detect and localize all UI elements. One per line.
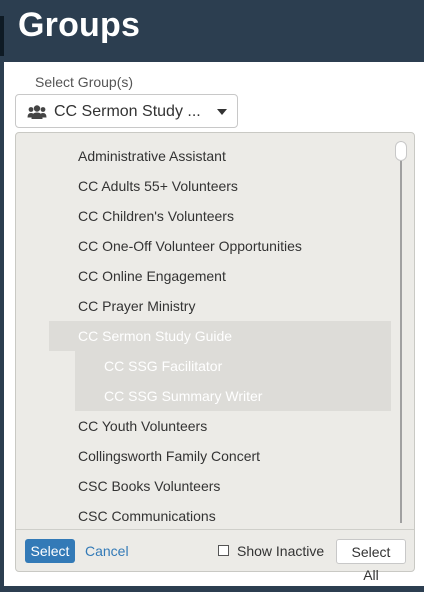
list-item[interactable]: CC One-Off Volunteer Opportunities	[49, 231, 391, 261]
dropdown-selected-text: CC Sermon Study ...	[54, 103, 201, 120]
caret-down-icon	[217, 109, 227, 115]
list-item[interactable]: CC Online Engagement	[49, 261, 391, 291]
list-item[interactable]: CC Prayer Ministry	[49, 291, 391, 321]
select-all-button[interactable]: Select All	[336, 539, 406, 583]
header-bar: Groups	[0, 0, 424, 62]
list-item[interactable]: Collingsworth Family Concert	[49, 441, 391, 471]
users-icon	[27, 105, 47, 119]
list-item[interactable]: CSC Books Volunteers	[49, 471, 391, 501]
cancel-link[interactable]: Cancel	[85, 543, 129, 559]
left-edge-strip	[0, 16, 4, 56]
select-groups-label: Select Group(s)	[35, 74, 134, 90]
scrollbar-track[interactable]	[400, 141, 402, 523]
list-item-child[interactable]: CC SSG Facilitator	[75, 351, 391, 381]
list-item[interactable]: CSC Communications	[49, 501, 391, 531]
show-inactive-label[interactable]: Show Inactive	[237, 543, 324, 559]
page-title: Groups	[18, 6, 141, 44]
select-button[interactable]: Select	[25, 539, 75, 563]
list-item-child[interactable]: CC SSG Summary Writer	[75, 381, 391, 411]
show-inactive-checkbox[interactable]	[218, 545, 229, 556]
footer-divider	[16, 529, 414, 530]
list-item[interactable]: CC Sermon Study Guide	[49, 321, 391, 351]
list-item[interactable]: CC Adults 55+ Volunteers	[49, 171, 391, 201]
list-item[interactable]: CC Children's Volunteers	[49, 201, 391, 231]
list-item[interactable]: CC Youth Volunteers	[49, 411, 391, 441]
group-list: Administrative Assistant CC Adults 55+ Vo…	[16, 133, 416, 529]
scrollbar-thumb[interactable]	[395, 141, 407, 161]
group-dropdown-panel: Administrative Assistant CC Adults 55+ Vo…	[15, 132, 416, 583]
group-dropdown-button[interactable]: CC Sermon Study ...	[15, 94, 238, 128]
bottom-bar	[0, 586, 424, 592]
list-item[interactable]: Administrative Assistant	[49, 141, 391, 171]
